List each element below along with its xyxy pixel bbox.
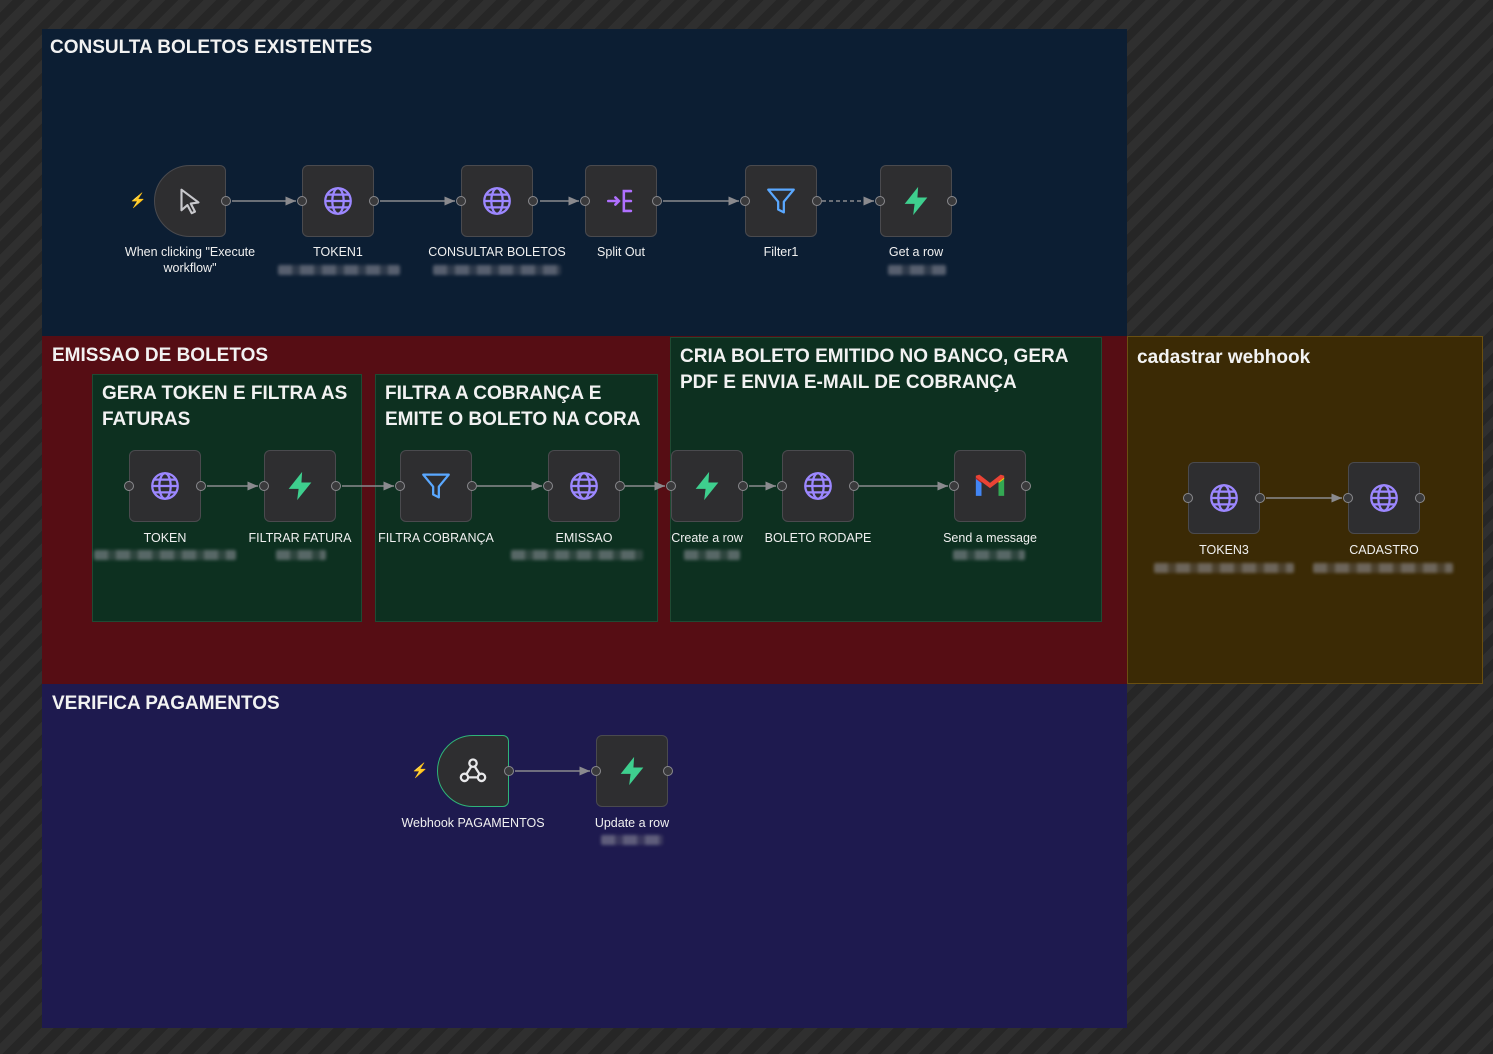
node-update-row[interactable] — [591, 735, 673, 807]
globe-icon — [483, 187, 511, 215]
output-port[interactable] — [947, 196, 957, 206]
output-port[interactable] — [1415, 493, 1425, 503]
globe-icon — [151, 472, 179, 500]
redacted-subtitle — [953, 550, 1025, 560]
node-label: FILTRA COBRANÇA — [378, 531, 494, 545]
output-port[interactable] — [467, 481, 477, 491]
node-label: BOLETO RODAPE — [764, 531, 872, 545]
globe-icon — [1210, 484, 1238, 512]
redacted-subtitle — [94, 550, 236, 560]
input-port[interactable] — [666, 481, 676, 491]
group-title: FILTRA A COBRANÇA E EMITE O BOLETO NA CO… — [385, 383, 641, 430]
node-consultar-boletos[interactable] — [456, 165, 538, 237]
input-port[interactable] — [1343, 493, 1353, 503]
output-port[interactable] — [331, 481, 341, 491]
input-port[interactable] — [297, 196, 307, 206]
input-port[interactable] — [543, 481, 553, 491]
redacted-subtitle — [1154, 563, 1294, 573]
gmail-icon — [975, 474, 1005, 496]
node-create-row[interactable] — [666, 450, 748, 522]
input-port[interactable] — [949, 481, 959, 491]
node-emissao[interactable] — [543, 450, 625, 522]
trigger-bolt-icon: ⚡ — [411, 762, 429, 778]
input-port[interactable] — [777, 481, 787, 491]
group-verifica-pagamentos[interactable]: VERIFICA PAGAMENTOS — [42, 684, 1127, 1028]
webhook-icon — [459, 758, 487, 783]
redacted-subtitle — [278, 265, 400, 275]
node-webhook-pagamentos[interactable] — [437, 735, 514, 807]
node-label: Send a message — [943, 531, 1037, 545]
node-get-row[interactable] — [875, 165, 957, 237]
node-label: TOKEN1 — [313, 245, 363, 259]
bolt-icon — [904, 186, 928, 216]
filter-icon — [422, 473, 450, 499]
output-port[interactable] — [812, 196, 822, 206]
node-label: When clicking "Execute workflow" — [124, 245, 256, 275]
node-label: Split Out — [597, 245, 645, 259]
output-port[interactable] — [652, 196, 662, 206]
group-cadastrar-webhook[interactable]: cadastrar webhook — [1127, 336, 1483, 684]
input-port[interactable] — [740, 196, 750, 206]
node-token[interactable] — [124, 450, 206, 522]
redacted-subtitle — [601, 835, 663, 845]
node-label: Get a row — [888, 245, 944, 259]
output-port[interactable] — [221, 196, 231, 206]
group-title: EMISSAO DE BOLETOS — [52, 345, 269, 366]
redacted-subtitle — [276, 550, 326, 560]
node-cadastro[interactable] — [1343, 462, 1425, 534]
node-label: Update a row — [594, 816, 670, 830]
globe-icon — [1370, 484, 1398, 512]
filter-icon — [767, 188, 795, 214]
node-label: CADASTRO — [1349, 543, 1419, 557]
input-port[interactable] — [580, 196, 590, 206]
group-title: GERA TOKEN E FILTRA AS FATURAS — [102, 383, 348, 430]
output-port[interactable] — [849, 481, 859, 491]
group-title: CRIA BOLETO EMITIDO NO BANCO, GERA PDF E… — [680, 346, 1068, 393]
bolt-icon — [620, 756, 644, 786]
output-port[interactable] — [1255, 493, 1265, 503]
bolt-icon — [695, 471, 719, 501]
node-split-out[interactable] — [580, 165, 662, 237]
input-port[interactable] — [124, 481, 134, 491]
output-port[interactable] — [196, 481, 206, 491]
redacted-subtitle — [433, 265, 561, 275]
input-port[interactable] — [1183, 493, 1193, 503]
node-filtrar-fatura[interactable] — [259, 450, 341, 522]
output-port[interactable] — [663, 766, 673, 776]
node-label: TOKEN3 — [1199, 543, 1249, 557]
input-port[interactable] — [456, 196, 466, 206]
globe-icon — [804, 472, 832, 500]
globe-icon — [324, 187, 352, 215]
group-title: VERIFICA PAGAMENTOS — [52, 693, 280, 714]
split-icon — [606, 189, 633, 213]
node-filtra-cobranca[interactable] — [395, 450, 477, 522]
node-manual-trigger[interactable] — [154, 165, 231, 237]
redacted-subtitle — [888, 265, 946, 275]
redacted-subtitle — [511, 550, 643, 560]
node-boleto-rodape[interactable] — [777, 450, 859, 522]
redacted-subtitle — [684, 550, 740, 560]
node-token3[interactable] — [1183, 462, 1265, 534]
output-port[interactable] — [1021, 481, 1031, 491]
output-port[interactable] — [504, 766, 514, 776]
cursor-icon — [180, 188, 200, 215]
output-port[interactable] — [738, 481, 748, 491]
redacted-subtitle — [1313, 563, 1453, 573]
trigger-bolt-icon: ⚡ — [129, 192, 147, 208]
output-port[interactable] — [369, 196, 379, 206]
group-title: CONSULTA BOLETOS EXISTENTES — [50, 37, 373, 58]
bolt-icon — [288, 471, 312, 501]
input-port[interactable] — [395, 481, 405, 491]
node-label: Webhook PAGAMENTOS — [401, 816, 545, 830]
input-port[interactable] — [591, 766, 601, 776]
globe-icon — [570, 472, 598, 500]
output-port[interactable] — [528, 196, 538, 206]
node-send-message[interactable] — [949, 450, 1031, 522]
input-port[interactable] — [875, 196, 885, 206]
input-port[interactable] — [259, 481, 269, 491]
node-token1[interactable] — [297, 165, 379, 237]
output-port[interactable] — [615, 481, 625, 491]
node-filter1[interactable] — [740, 165, 822, 237]
group-title: cadastrar webhook — [1137, 347, 1311, 368]
